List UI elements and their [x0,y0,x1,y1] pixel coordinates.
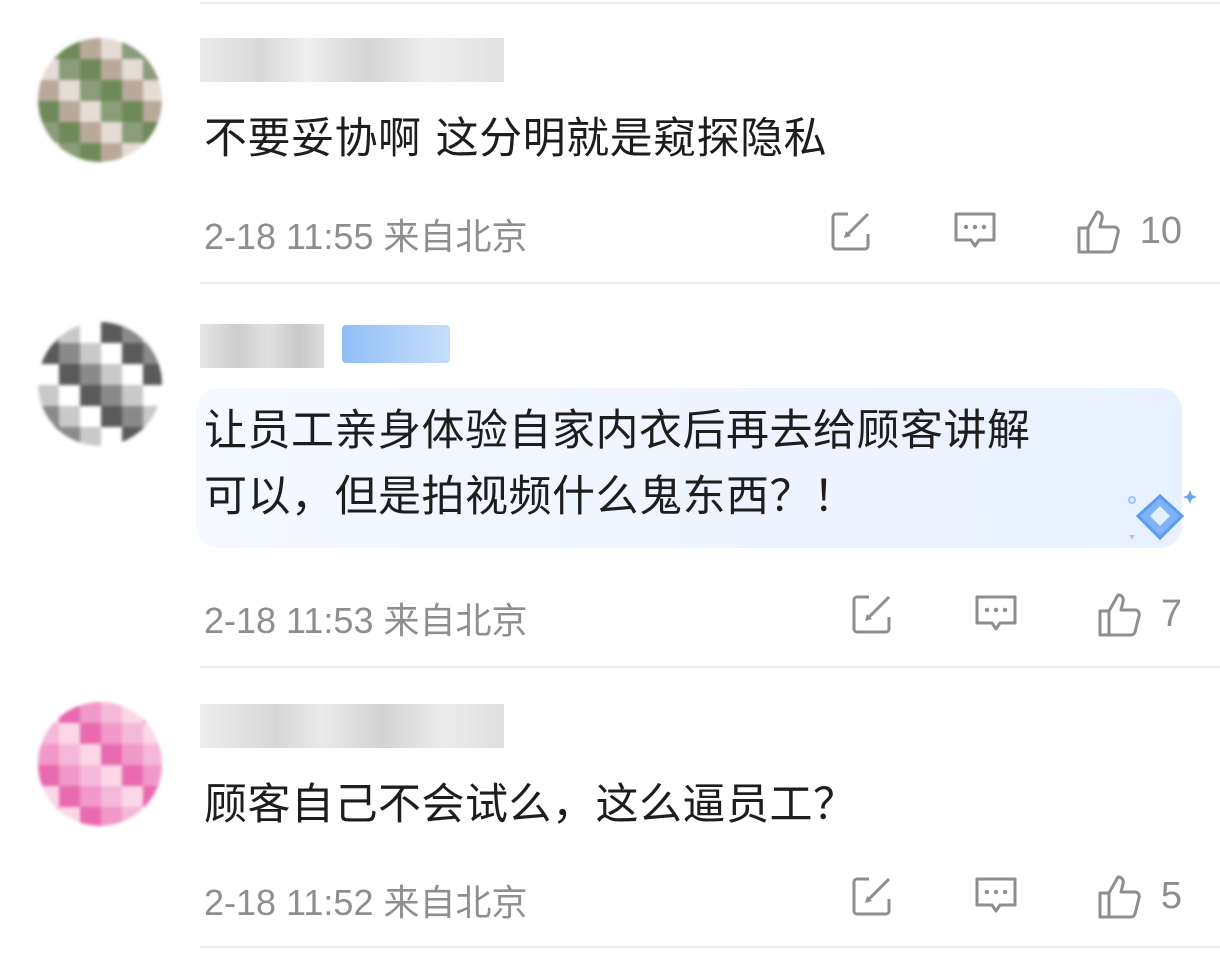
comment-meta: 2-18 11:55 来自北京 [204,208,528,260]
user-badge-blurred [342,325,450,363]
comment-actions: 10 [826,206,1182,256]
username-blurred[interactable] [200,38,504,82]
comment-divider [200,946,1220,948]
comment-time: 2-18 11:53 [204,600,374,641]
avatar[interactable] [38,38,162,162]
username-blurred[interactable] [200,704,504,748]
comment-meta: 2-18 11:53 来自北京 [204,592,528,644]
avatar[interactable] [38,322,162,446]
comment-time: 2-18 11:52 [204,882,374,923]
thumbs-up-icon[interactable] [1095,589,1145,639]
comment-divider [200,282,1220,284]
like-count: 10 [1139,209,1182,252]
top-divider [200,2,1220,4]
comment-bubble-icon[interactable] [971,589,1021,639]
comment-location: 来自北京 [383,882,528,923]
comment-meta: 2-18 11:52 来自北京 [204,874,528,926]
comment-divider [200,666,1220,668]
comment-bubble-icon[interactable] [950,206,1000,256]
thumbs-up-icon[interactable] [1095,871,1145,921]
comment-text-line: 可以，但是拍视频什么鬼东西？！ [204,472,857,522]
repost-icon[interactable] [847,589,897,639]
comment-text-line: 不要妥协啊 这分明就是窥探隐私 [204,114,828,164]
comment-text-line: 让员工亲身体验自家内衣后再去给顾客讲解 [204,406,1031,456]
blue-diamond-icon [1118,486,1198,550]
comment-location: 来自北京 [383,600,528,641]
repost-icon[interactable] [847,871,897,921]
avatar[interactable] [38,702,162,826]
repost-icon[interactable] [826,206,876,256]
comment-text: 不要妥协啊 这分明就是窥探隐私 [204,106,827,172]
comment-text: 顾客自己不会试么，这么逼员工？ [204,772,857,838]
comment-text: 让员工亲身体验自家内衣后再去给顾客讲解 可以，但是拍视频什么鬼东西？！ [204,398,1031,530]
like-count: 5 [1160,874,1182,917]
comment-actions: 5 [847,871,1182,921]
comment-location: 来自北京 [383,216,528,257]
comment-text-line: 顾客自己不会试么，这么逼员工？ [204,780,857,830]
like-count: 7 [1160,592,1182,635]
comment-actions: 7 [847,589,1182,639]
comment-time: 2-18 11:55 [204,216,374,257]
thumbs-up-icon[interactable] [1074,206,1124,256]
comment-bubble-icon[interactable] [971,871,1021,921]
